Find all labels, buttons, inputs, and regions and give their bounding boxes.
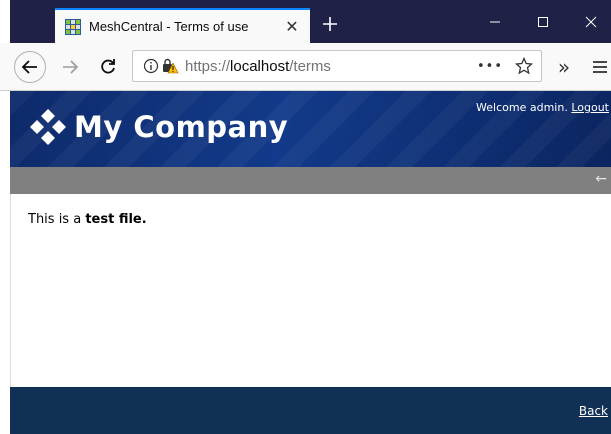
url-bar[interactable]: https://localhost/terms •••: [132, 50, 542, 82]
minimize-button[interactable]: [472, 0, 518, 43]
browser-tab[interactable]: MeshCentral - Terms of use ✕: [55, 8, 310, 43]
meshcentral-favicon-icon: [65, 18, 81, 35]
back-link[interactable]: Back: [579, 404, 608, 418]
insecure-lock-warning-icon: [163, 58, 179, 74]
forward-button[interactable]: [54, 51, 86, 83]
site-identity[interactable]: [143, 57, 179, 75]
welcome-text: Welcome admin.: [476, 101, 568, 114]
page-actions-button[interactable]: •••: [477, 59, 503, 74]
close-window-button[interactable]: [568, 0, 611, 43]
url-scheme: https://: [185, 57, 231, 75]
reload-button[interactable]: [92, 51, 124, 83]
overflow-menu-button[interactable]: »: [548, 51, 580, 83]
site-footer: Back: [10, 387, 611, 434]
bookmark-star-icon[interactable]: [515, 57, 533, 75]
terms-text: This is a test file.: [28, 212, 147, 227]
hamburger-menu-icon: [593, 61, 607, 73]
company-logo: My Company: [28, 107, 288, 147]
back-button[interactable]: [14, 51, 46, 83]
diamond-cluster-logo-icon: [30, 109, 66, 145]
hamburger-menu-button[interactable]: [584, 51, 611, 83]
new-tab-button[interactable]: [316, 10, 344, 38]
maximize-icon: [538, 16, 548, 27]
terms-content: This is a test file.: [10, 194, 611, 387]
browser-navbar: https://localhost/terms ••• »: [0, 43, 611, 91]
close-icon: [585, 16, 597, 27]
info-icon: [143, 58, 159, 74]
url-text[interactable]: https://localhost/terms: [185, 58, 331, 75]
tab-title: MeshCentral - Terms of use: [89, 19, 249, 34]
url-host: localhost: [230, 57, 290, 75]
back-arrow-icon: [21, 60, 37, 74]
maximize-button[interactable]: [520, 0, 566, 43]
window-edge: [0, 0, 10, 43]
logo-text: My Company: [74, 110, 289, 144]
plus-icon: [323, 17, 337, 31]
minimize-icon: [490, 21, 500, 22]
url-path: /terms: [289, 57, 331, 75]
browser-titlebar: MeshCentral - Terms of use ✕: [0, 0, 611, 43]
tab-close-button[interactable]: ✕: [280, 15, 304, 39]
welcome-area: Welcome admin. Logout: [476, 101, 609, 114]
site-header: My Company Welcome admin. Logout: [10, 91, 611, 167]
back-arrow-icon[interactable]: ←: [595, 171, 607, 187]
toolbar-strip: ←: [10, 167, 611, 194]
logout-link[interactable]: Logout: [571, 101, 609, 114]
terms-text-prefix: This is a: [28, 212, 86, 227]
reload-icon: [101, 59, 115, 74]
terms-text-bold: test file.: [85, 212, 147, 227]
forward-arrow-icon: [63, 60, 79, 74]
